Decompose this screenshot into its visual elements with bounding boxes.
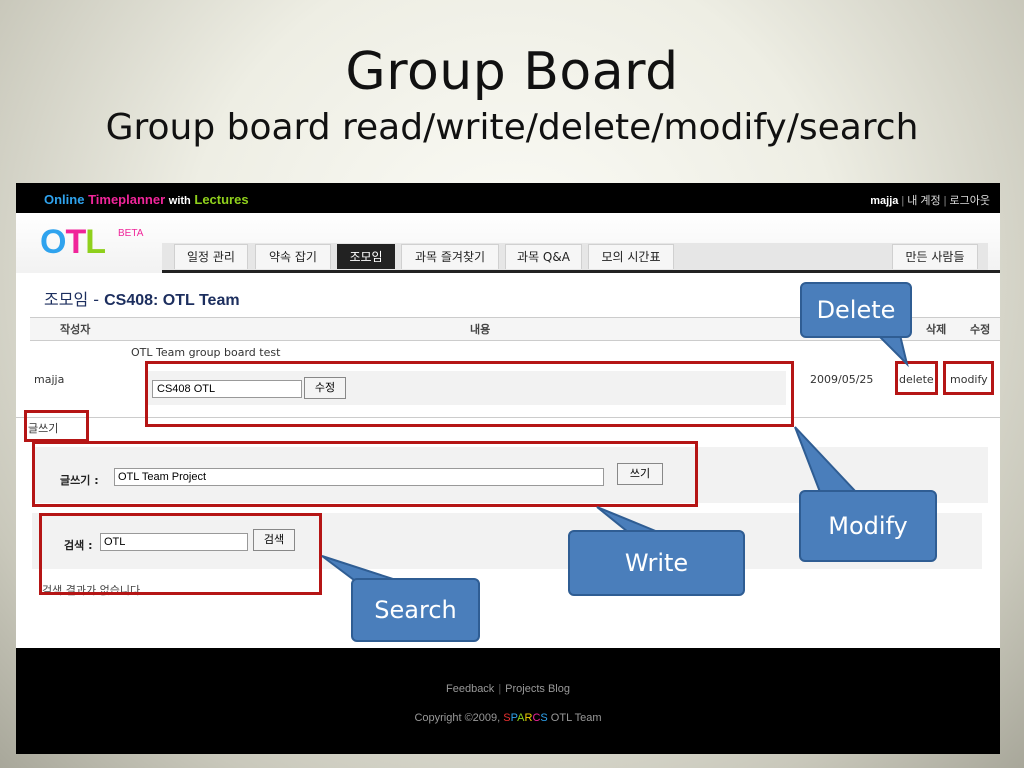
brand-timeplanner: Timeplanner (88, 192, 166, 207)
tab-qna[interactable]: 과목 Q&A (505, 244, 582, 269)
footer: Feedback | Projects Blog Copyright ©2009, … (16, 648, 1000, 754)
post-date: 2009/05/25 (810, 373, 874, 386)
callout-delete: Delete (800, 282, 912, 338)
copyright: Copyright ©2009, SPARCS OTL Team (414, 712, 602, 724)
username[interactable]: majja (870, 195, 898, 207)
callout-modify: Modify (799, 490, 937, 562)
sparcs-link[interactable]: SPARCS (503, 712, 547, 724)
account-link[interactable]: 내 계정 (907, 195, 940, 207)
user-links: majja | 내 계정 | 로그아웃 (870, 195, 990, 207)
slide-title: Group Board (345, 42, 679, 102)
brand-with: with (168, 195, 191, 207)
highlight-modify-form (145, 361, 794, 427)
tab-group[interactable]: 조모임 (337, 244, 395, 269)
brand-online: Online (44, 192, 85, 207)
col-edit: 수정 (970, 323, 991, 336)
highlight-delete-link (895, 361, 938, 395)
feedback-link[interactable]: Feedback (446, 683, 494, 695)
otl-logo[interactable]: OTL (40, 223, 106, 262)
post-author: majja (34, 373, 65, 386)
highlight-search-form (39, 513, 322, 595)
col-author: 작성자 (60, 323, 91, 336)
site-brand[interactable]: Online Timeplanner with Lectures (44, 192, 249, 207)
highlight-write-link (24, 410, 89, 442)
highlight-modify-link (943, 361, 994, 395)
tab-schedule[interactable]: 일정 관리 (174, 244, 248, 269)
projects-blog-link[interactable]: Projects Blog (505, 683, 570, 695)
top-bar: Online Timeplanner with Lectures majja | 내… (16, 183, 1000, 213)
brand-lectures: Lectures (194, 192, 249, 207)
tab-underline (162, 270, 1000, 273)
callout-search: Search (351, 578, 480, 642)
highlight-write-form (32, 441, 698, 507)
callout-write: Write (568, 530, 745, 596)
footer-links: Feedback | Projects Blog (446, 683, 570, 695)
col-delete: 삭제 (926, 323, 947, 336)
logout-link[interactable]: 로그아웃 (950, 195, 990, 207)
tab-favorites[interactable]: 과목 즐겨찾기 (401, 244, 499, 269)
tab-appointment[interactable]: 약속 잡기 (255, 244, 331, 269)
slide-subtitle: Group board read/write/delete/modify/sea… (105, 107, 919, 148)
post-title: OTL Team group board test (131, 346, 281, 359)
col-content: 내용 (470, 323, 491, 336)
tab-credits[interactable]: 만든 사람들 (892, 244, 978, 269)
beta-badge: BETA (118, 228, 144, 239)
tab-mock-timetable[interactable]: 모의 시간표 (588, 244, 674, 269)
page-title: 조모임 - CS408: OTL Team (44, 290, 240, 309)
